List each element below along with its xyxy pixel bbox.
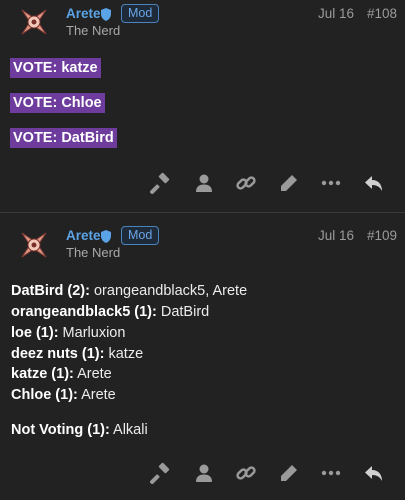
not-voting-label: Not Voting (1):	[11, 422, 110, 438]
candidate-name: katze (1):	[11, 366, 74, 382]
candidate-name: Chloe (1):	[11, 387, 78, 403]
voters: Arete	[73, 366, 112, 382]
user-title: The Nerd	[66, 245, 121, 260]
voters: DatBird	[156, 304, 210, 320]
link-icon[interactable]	[235, 462, 257, 484]
pencil-icon[interactable]	[278, 172, 300, 194]
mod-badge: Mod	[121, 226, 160, 245]
vote-line: VOTE: katze	[10, 58, 101, 78]
tally-line: orangeandblack5 (1): DatBird	[11, 304, 209, 320]
user-icon[interactable]	[193, 172, 215, 194]
user-title: The Nerd	[66, 23, 121, 38]
tally-line: deez nuts (1): katze	[11, 346, 143, 362]
user-avatar[interactable]	[18, 6, 50, 38]
post-number[interactable]: #109	[367, 228, 397, 243]
candidate-name: orangeandblack5 (1):	[11, 304, 157, 320]
user-icon[interactable]	[193, 462, 215, 484]
user-avatar[interactable]	[18, 229, 50, 261]
post-number[interactable]: #108	[367, 6, 397, 21]
gavel-icon[interactable]	[149, 462, 172, 485]
not-voting-line: Not Voting (1): Alkali	[11, 422, 148, 438]
vote-line: VOTE: DatBird	[10, 128, 117, 148]
more-icon[interactable]	[320, 172, 342, 194]
tally-line: katze (1): Arete	[11, 366, 112, 382]
shield-icon	[100, 8, 112, 21]
voters: orangeandblack5, Arete	[89, 283, 248, 299]
voters: katze	[104, 346, 144, 362]
candidate-name: deez nuts (1):	[11, 346, 105, 362]
more-icon[interactable]	[320, 462, 342, 484]
username[interactable]: Arete	[66, 228, 101, 243]
voters: Marluxion	[58, 325, 126, 341]
voters: Alkali	[109, 422, 148, 438]
shield-icon	[100, 230, 112, 243]
post-date[interactable]: Jul 16	[318, 228, 354, 243]
voters: Arete	[77, 387, 116, 403]
post-date[interactable]: Jul 16	[318, 6, 354, 21]
pencil-icon[interactable]	[278, 462, 300, 484]
tally-line: DatBird (2): orangeandblack5, Arete	[11, 283, 247, 299]
username[interactable]: Arete	[66, 6, 101, 21]
link-icon[interactable]	[235, 172, 257, 194]
reply-icon[interactable]	[363, 462, 385, 484]
mod-badge: Mod	[121, 4, 160, 23]
candidate-name: loe (1):	[11, 325, 59, 341]
gavel-icon[interactable]	[149, 172, 172, 195]
post-109: Arete Mod The Nerd Jul 16 #109 DatBird (…	[0, 212, 405, 500]
reply-icon[interactable]	[363, 172, 385, 194]
post-108: Arete Mod The Nerd Jul 16 #108 VOTE: kat…	[0, 0, 405, 212]
vote-line: VOTE: Chloe	[10, 93, 105, 113]
tally-line: Chloe (1): Arete	[11, 387, 116, 403]
candidate-name: DatBird (2):	[11, 283, 90, 299]
tally-line: loe (1): Marluxion	[11, 325, 125, 341]
